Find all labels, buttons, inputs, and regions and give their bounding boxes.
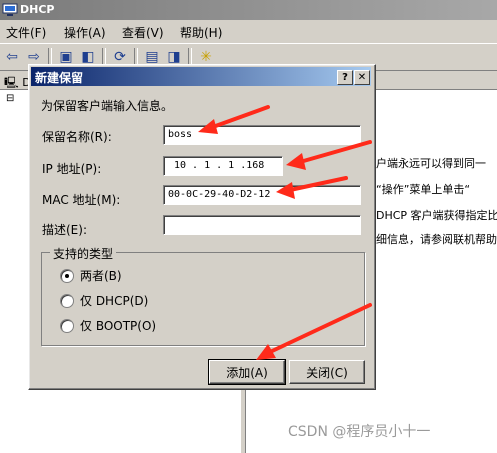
annotation-arrowhead xyxy=(276,182,295,199)
annotation-arrow xyxy=(208,105,270,130)
annotation-arrow xyxy=(298,140,372,164)
annotation-arrowhead xyxy=(198,119,218,134)
annotation-arrow xyxy=(288,176,348,192)
annotation-arrows xyxy=(198,105,372,360)
annotation-arrow xyxy=(268,303,372,354)
annotation-arrowhead xyxy=(286,153,306,170)
